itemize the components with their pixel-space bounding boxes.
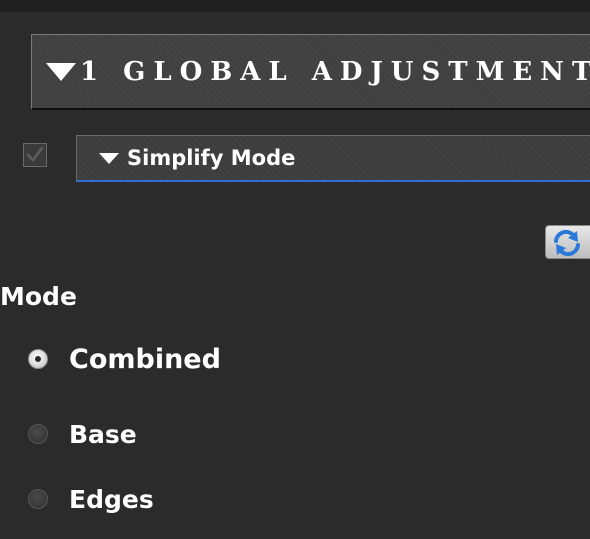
- checkmark-icon: [26, 146, 44, 162]
- mode-label: Mode: [0, 282, 77, 311]
- subsection-header-simplify-mode[interactable]: Simplify Mode: [76, 135, 590, 182]
- adjustments-panel: 1 GLOBAL ADJUSTMENT Simplify Mode Mode C…: [0, 0, 590, 539]
- disclosure-triangle-icon[interactable]: [46, 62, 76, 81]
- radio-button-selected[interactable]: [28, 349, 48, 369]
- radio-label: Base: [69, 419, 137, 449]
- radio-label: Combined: [69, 343, 221, 375]
- disclosure-triangle-icon[interactable]: [99, 152, 119, 164]
- radio-option-edges[interactable]: Edges: [0, 479, 154, 519]
- subsection-title: Simplify Mode: [127, 146, 296, 170]
- refresh-icon: [554, 229, 580, 257]
- radio-option-combined[interactable]: Combined: [0, 339, 221, 379]
- panel-top-edge: [0, 0, 590, 12]
- reset-button[interactable]: [545, 225, 590, 259]
- radio-option-base[interactable]: Base: [0, 414, 137, 454]
- section-title: 1 GLOBAL ADJUSTMENT: [80, 56, 590, 87]
- simplify-mode-enable-checkbox[interactable]: [23, 143, 47, 167]
- radio-button[interactable]: [28, 489, 48, 509]
- radio-label: Edges: [69, 484, 154, 514]
- radio-button[interactable]: [28, 424, 48, 444]
- section-header-global-adjustment[interactable]: 1 GLOBAL ADJUSTMENT: [31, 34, 590, 110]
